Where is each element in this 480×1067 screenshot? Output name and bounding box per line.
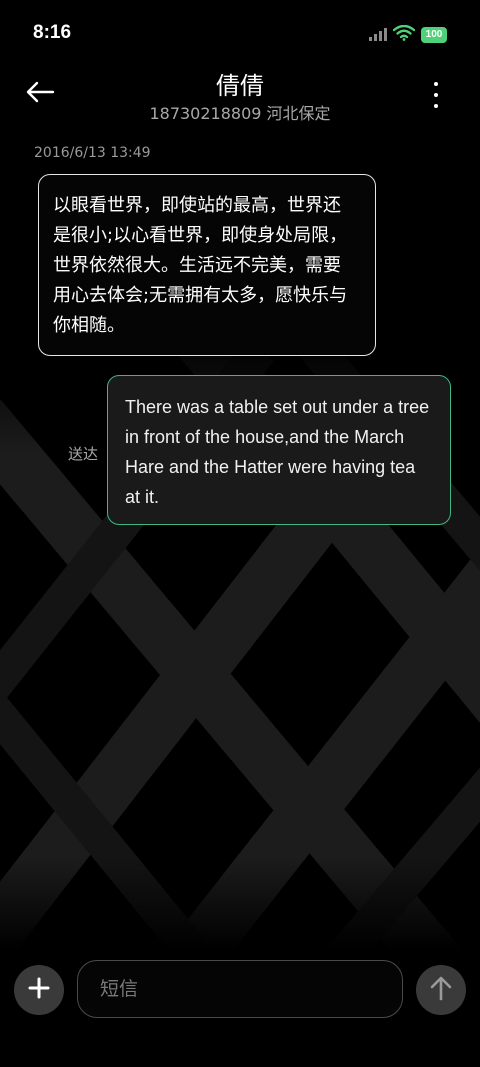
delivery-status: 送达 bbox=[68, 445, 99, 463]
signal-icon bbox=[369, 26, 387, 45]
message-composer bbox=[0, 955, 480, 1025]
add-attachment-button[interactable] bbox=[14, 965, 64, 1015]
status-bar: 8:16 100 bbox=[0, 0, 480, 68]
message-timestamp: 2016/6/13 13:49 bbox=[34, 145, 151, 161]
wifi-icon bbox=[392, 24, 416, 45]
more-dot bbox=[434, 104, 438, 108]
conversation-header: 倩倩 18730218809 河北保定 bbox=[0, 62, 480, 126]
plus-icon bbox=[28, 977, 50, 1003]
contact-name: 倩倩 bbox=[216, 72, 264, 100]
outgoing-message-bubble[interactable]: There was a table set out under a tree i… bbox=[107, 375, 451, 525]
battery-indicator: 100 bbox=[421, 27, 447, 43]
send-button[interactable] bbox=[416, 965, 466, 1015]
more-button[interactable] bbox=[428, 82, 444, 108]
status-icons: 100 bbox=[369, 24, 447, 45]
contact-detail: 18730218809 河北保定 bbox=[149, 104, 331, 123]
status-time: 8:16 bbox=[33, 22, 72, 43]
more-vertical-icon bbox=[434, 82, 438, 86]
incoming-message-bubble[interactable]: 以眼看世界，即使站的最高，世界还是很小;以心看世界，即使身处局限，世界依然很大。… bbox=[38, 174, 376, 356]
arrow-up-icon bbox=[429, 975, 453, 1005]
more-dot bbox=[434, 93, 438, 97]
message-input[interactable] bbox=[77, 960, 403, 1018]
